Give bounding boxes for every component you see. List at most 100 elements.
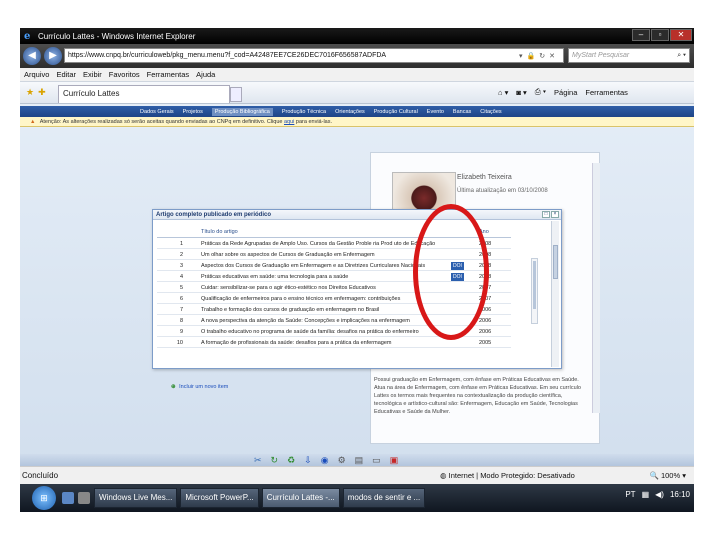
menu-bar: Arquivo Editar Exibir Favoritos Ferramen… bbox=[20, 68, 694, 82]
tab-curriculo-lattes[interactable]: Currículo Lattes bbox=[58, 85, 230, 103]
scroll-thumb[interactable] bbox=[533, 261, 536, 309]
tab-bar: ★✚ Currículo Lattes ⌂ ▾ ◙ ▾ ⎙ ▾ Página F… bbox=[20, 82, 694, 104]
home-icon[interactable]: ⌂ ▾ bbox=[498, 88, 508, 97]
warning-tail: para enviá-las. bbox=[295, 119, 332, 125]
nav-citacoes[interactable]: Citações bbox=[480, 109, 501, 115]
add-icon: ⊕ bbox=[171, 384, 176, 390]
refresh-icon[interactable]: ↻ bbox=[271, 455, 279, 466]
command-bar: ⌂ ▾ ◙ ▾ ⎙ ▾ Página Ferramentas bbox=[498, 87, 628, 97]
row-number: 7 bbox=[179, 307, 183, 313]
title-bar: e Currículo Lattes - Windows Internet Ex… bbox=[20, 28, 694, 44]
taskbar-curriculo-lattes[interactable]: Currículo Lattes -... bbox=[261, 488, 340, 508]
globe-icon[interactable]: ◉ bbox=[321, 455, 329, 466]
status-bar: Concluído ◍ Internet | Modo Protegido: D… bbox=[20, 466, 694, 484]
nav-producao-tecnica[interactable]: Produção Técnica bbox=[282, 109, 326, 115]
settings-icon[interactable]: ⚙ bbox=[338, 455, 346, 466]
menu-ferramentas[interactable]: Ferramentas bbox=[147, 70, 190, 79]
warning-link[interactable]: aqui bbox=[284, 119, 294, 125]
tools-menu[interactable]: Ferramentas bbox=[585, 88, 628, 97]
table-scrollbar[interactable] bbox=[531, 258, 538, 324]
profile-date: Última atualização em 03/10/2008 bbox=[457, 188, 548, 194]
clock[interactable]: 16:10 bbox=[670, 490, 690, 499]
language-indicator[interactable]: PT bbox=[625, 490, 635, 499]
security-zone: ◍ Internet | Modo Protegido: Desativado bbox=[440, 471, 575, 480]
tools-icon[interactable]: ✂ bbox=[254, 455, 262, 466]
minimize-button[interactable]: – bbox=[632, 29, 650, 41]
row-number: 5 bbox=[179, 285, 183, 291]
header-title: Título do artigo bbox=[201, 229, 238, 235]
taskbar-powerpoint[interactable]: Microsoft PowerP... bbox=[180, 488, 259, 508]
search-icon[interactable]: ⌕ ▾ bbox=[677, 49, 686, 62]
nav-dados-gerais[interactable]: Dados Gerais bbox=[140, 109, 174, 115]
red-annotation-circle bbox=[413, 204, 489, 340]
switch-windows-icon[interactable] bbox=[78, 492, 90, 504]
recycle-icon[interactable]: ♻ bbox=[287, 455, 295, 466]
menu-editar[interactable]: Editar bbox=[56, 70, 76, 79]
start-button[interactable]: ⊞ bbox=[32, 486, 56, 510]
menu-arquivo[interactable]: Arquivo bbox=[24, 70, 49, 79]
nav-orientacoes[interactable]: Orientações bbox=[335, 109, 365, 115]
help-icon[interactable]: ▣ bbox=[390, 455, 399, 466]
nav-producao-bibliografica[interactable]: Produção Bibliográfica bbox=[211, 107, 273, 116]
favorites-star-icon[interactable]: ★✚ bbox=[26, 87, 50, 98]
menu-ajuda[interactable]: Ajuda bbox=[196, 70, 215, 79]
taskbar-live-messenger[interactable]: Windows Live Mes... bbox=[94, 488, 178, 508]
tab-label: Currículo Lattes bbox=[63, 89, 120, 98]
new-tab-button[interactable] bbox=[230, 87, 242, 102]
profile-name: Elizabeth Teixeira bbox=[457, 174, 512, 181]
forward-button[interactable]: ▶ bbox=[44, 47, 62, 65]
zoom-control[interactable]: 🔍 100% ▾ bbox=[650, 467, 686, 485]
scroll-thumb[interactable] bbox=[553, 245, 558, 279]
nav-projetos[interactable]: Projetos bbox=[183, 109, 203, 115]
network-icon[interactable]: ▦ bbox=[642, 490, 650, 499]
search-input[interactable]: MyStart Pesquisar ⌕ ▾ bbox=[568, 48, 690, 63]
add-item-label: Incluir um novo item bbox=[179, 384, 229, 390]
volume-icon[interactable]: ◀) bbox=[655, 490, 664, 499]
popup-scrollbar[interactable] bbox=[551, 221, 559, 367]
row-year: 2006 bbox=[479, 329, 492, 335]
row-title[interactable]: A formação de profissionais da saúde: de… bbox=[201, 338, 471, 348]
show-desktop-icon[interactable] bbox=[62, 492, 74, 504]
row-year: 2006 bbox=[479, 318, 492, 324]
row-number: 6 bbox=[179, 296, 183, 302]
menu-exibir[interactable]: Exibir bbox=[83, 70, 102, 79]
popup-close-button[interactable]: × bbox=[551, 211, 559, 218]
ie-logo-icon: e bbox=[24, 30, 31, 42]
nav-producao-cultural[interactable]: Produção Cultural bbox=[374, 109, 418, 115]
address-tools-icon[interactable]: ▾🔒↻✕ bbox=[519, 52, 559, 60]
nav-evento[interactable]: Evento bbox=[427, 109, 444, 115]
site-footer-icons: ✂ ↻ ♻ ⇩ ◉ ⚙ ▤ ▭ ▣ bbox=[254, 455, 398, 466]
chat-icon[interactable]: ▭ bbox=[372, 455, 381, 466]
row-number: 4 bbox=[179, 274, 183, 280]
windows-taskbar: ⊞ Windows Live Mes... Microsoft PowerP..… bbox=[20, 484, 694, 512]
address-row: ◀ ▶ https://www.cnpq.br/curriculoweb/pkg… bbox=[20, 44, 694, 68]
document-icon[interactable]: ▤ bbox=[355, 455, 364, 466]
status-text: Concluído bbox=[22, 471, 59, 480]
back-button[interactable]: ◀ bbox=[23, 47, 41, 65]
feeds-icon[interactable]: ◙ ▾ bbox=[516, 88, 526, 97]
maximize-button[interactable]: ▫ bbox=[651, 29, 669, 41]
popup-restore-button[interactable]: □ bbox=[542, 211, 550, 218]
popup-title: Artigo completo publicado em periódico bbox=[156, 212, 272, 218]
address-url: https://www.cnpq.br/curriculoweb/pkg_men… bbox=[68, 52, 387, 59]
print-icon[interactable]: ⎙ ▾ bbox=[535, 87, 546, 97]
row-number: 1 bbox=[179, 241, 183, 247]
warning-icon: ▲ bbox=[30, 119, 36, 125]
table-row[interactable]: 10 A formação de profissionais da saúde: … bbox=[157, 338, 511, 348]
close-button[interactable]: ✕ bbox=[670, 29, 692, 41]
page-menu[interactable]: Página bbox=[554, 88, 577, 97]
menu-favoritos[interactable]: Favoritos bbox=[109, 70, 140, 79]
articles-popup: Artigo completo publicado em periódico □… bbox=[152, 209, 562, 390]
row-number: 9 bbox=[179, 329, 183, 335]
nav-bancas[interactable]: Bancas bbox=[453, 109, 471, 115]
row-number: 2 bbox=[179, 252, 183, 258]
import-icon[interactable]: ⇩ bbox=[304, 455, 312, 466]
zoom-value: 100% bbox=[660, 471, 681, 480]
search-placeholder: MyStart Pesquisar bbox=[572, 52, 630, 59]
profile-bio: Possui graduação em Enfermagem, com ênfa… bbox=[374, 377, 581, 415]
page-scrollbar[interactable] bbox=[592, 163, 600, 413]
add-item-link[interactable]: ⊕ Incluir um novo item bbox=[171, 384, 228, 390]
address-bar[interactable]: https://www.cnpq.br/curriculoweb/pkg_men… bbox=[64, 48, 564, 63]
taskbar-modos-de-sentir[interactable]: modos de sentir e ... bbox=[342, 488, 426, 508]
desktop-screen: e Currículo Lattes - Windows Internet Ex… bbox=[20, 28, 694, 512]
